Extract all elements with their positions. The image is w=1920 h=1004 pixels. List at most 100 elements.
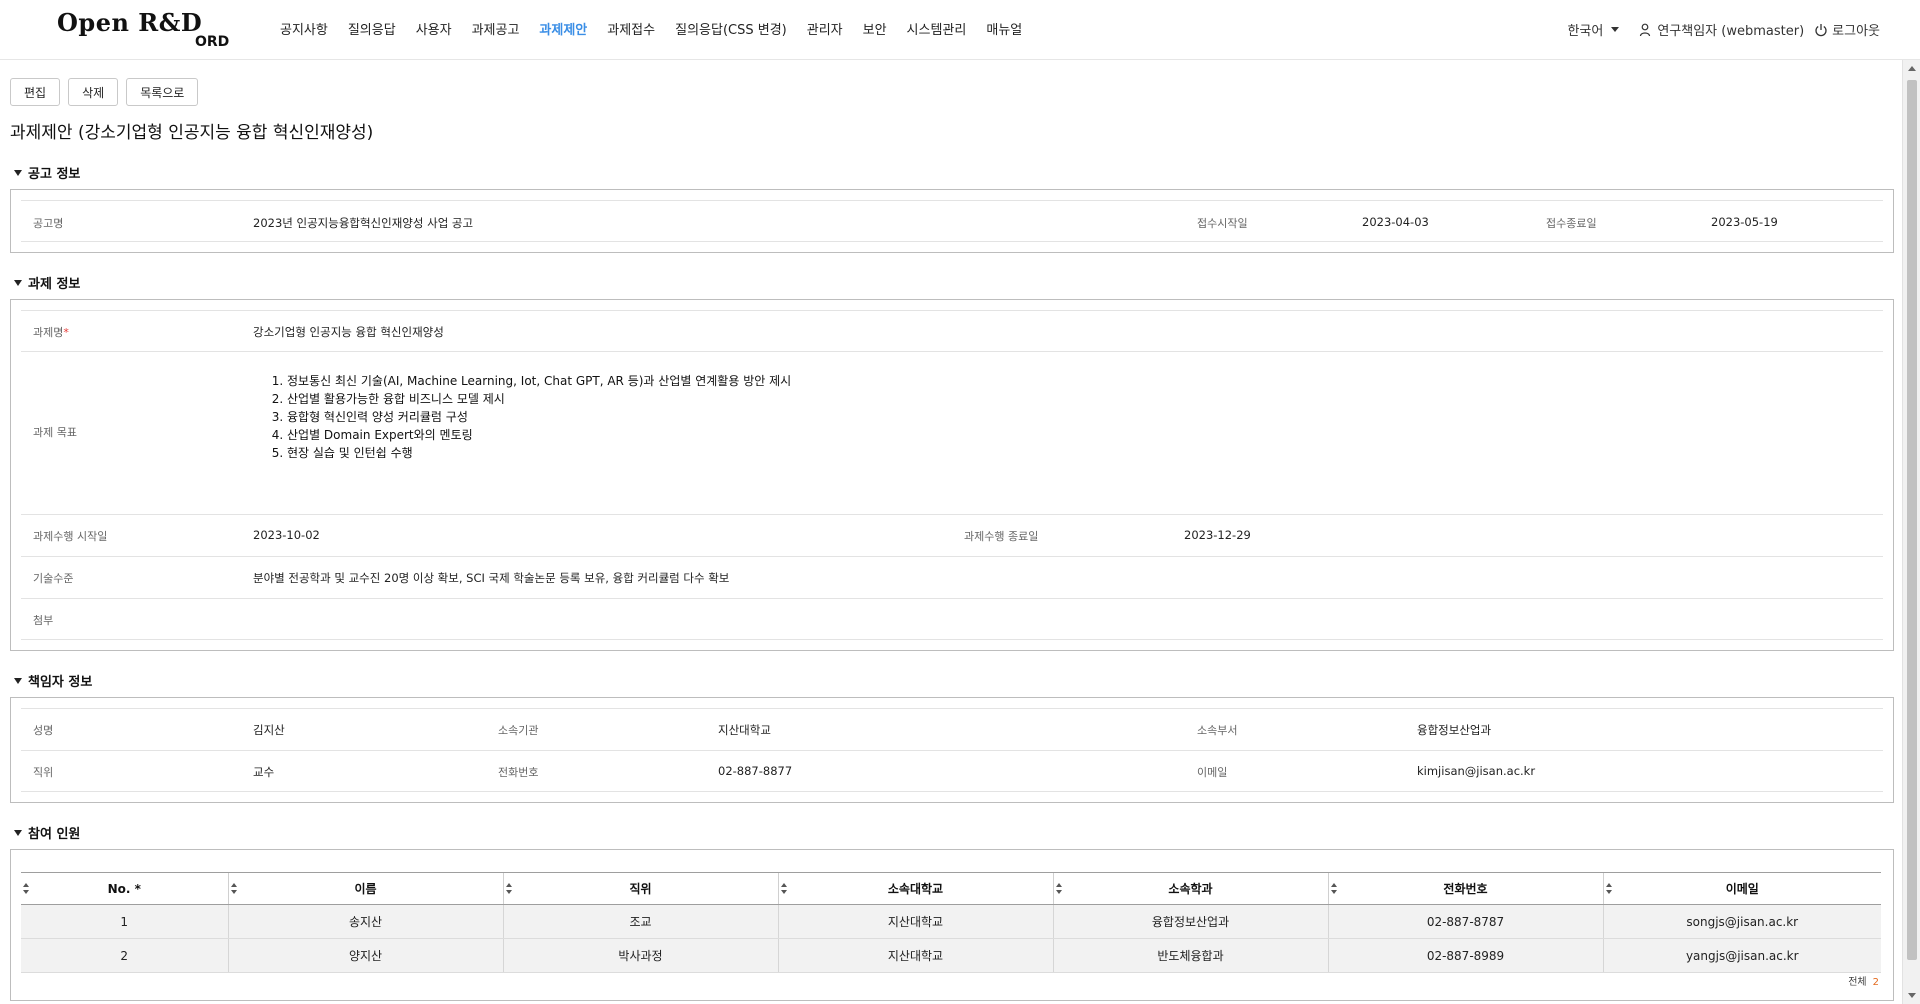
table-row[interactable]: 2 양지산 박사과정 지산대학교 반도체융합과 02-887-8989 yang… (21, 938, 1881, 973)
project-goal-label: 과제 목표 (33, 426, 77, 439)
triangle-down-icon (14, 279, 22, 286)
section-title-manager: 책임자 정보 (28, 675, 93, 690)
project-end-value: 2023-12-29 (1184, 528, 1251, 542)
column-header-position[interactable]: 직위 (502, 872, 778, 905)
manager-row-2: 직위 교수 전화번호 02-887-8877 이메일 kimjisan@jisa… (21, 750, 1883, 792)
total-label: 전체 (1848, 977, 1867, 988)
notice-name-value: 2023년 인공지능융합혁신인재양성 사업 공고 (253, 216, 474, 230)
project-period-row: 과제수행 시작일 2023-10-02 과제수행 종료일 2023-12-29 (21, 514, 1883, 556)
nav-item-manual[interactable]: 매뉴얼 (976, 19, 1032, 38)
triangle-down-icon (14, 677, 22, 684)
members-panel: No. * 이름 직위 소속대학교 소속학과 전화번호 이메일 1 송지산 조교… (10, 849, 1894, 1001)
notice-start-value: 2023-04-03 (1362, 215, 1429, 229)
column-header-email[interactable]: 이메일 (1602, 872, 1881, 905)
nav-item-security[interactable]: 보안 (853, 19, 897, 38)
section-title-notice: 공고 정보 (28, 167, 81, 182)
manager-row-1: 성명 김지산 소속기관 지산대학교 소속부서 융합정보산업과 (21, 708, 1883, 750)
manager-phone-label: 전화번호 (498, 766, 539, 779)
action-toolbar: 편집 삭제 목록으로 (10, 78, 199, 106)
total-value: 2 (1872, 977, 1879, 988)
notice-start-label: 접수시작일 (1197, 217, 1248, 230)
nav-item-project-submission[interactable]: 과제접수 (597, 19, 665, 38)
sort-icon[interactable] (230, 883, 239, 895)
cell-university: 지산대학교 (777, 938, 1053, 973)
nav-item-system[interactable]: 시스템관리 (897, 19, 977, 38)
manager-org-value: 지산대학교 (718, 723, 771, 737)
manager-dept-value: 융합정보산업과 (1417, 723, 1492, 737)
cell-department: 반도체융합과 (1052, 938, 1328, 973)
manager-dept-label: 소속부서 (1197, 724, 1238, 737)
project-attach-row: 첨부 (21, 598, 1883, 640)
language-select[interactable]: 한국어 (1567, 20, 1620, 39)
section-toggle-project[interactable]: 과제 정보 (14, 273, 80, 292)
language-label: 한국어 (1567, 24, 1604, 39)
site-logo[interactable]: Open R&D (57, 8, 202, 37)
scroll-thumb[interactable] (1907, 80, 1917, 960)
sort-icon[interactable] (505, 883, 514, 895)
page-scrollbar[interactable] (1902, 60, 1920, 1004)
column-header-department[interactable]: 소속학과 (1052, 872, 1328, 905)
nav-item-users[interactable]: 사용자 (406, 19, 462, 38)
triangle-down-icon (14, 169, 22, 176)
column-header-university[interactable]: 소속대학교 (777, 872, 1053, 905)
project-tech-row: 기술수준 분야별 전공학과 및 교수진 20명 이상 확보, SCI 국제 학술… (21, 556, 1883, 598)
project-name-value: 강소기업형 인공지능 융합 혁신인재양성 (253, 325, 444, 339)
manager-name-label: 성명 (33, 724, 54, 737)
nav-item-qna-css[interactable]: 질의응답(CSS 변경) (665, 19, 797, 38)
power-icon (1814, 23, 1828, 37)
logout-button[interactable]: 로그아웃 (1814, 20, 1880, 39)
project-name-row: 과제명* 강소기업형 인공지능 융합 혁신인재양성 (21, 310, 1883, 351)
column-header-phone[interactable]: 전화번호 (1327, 872, 1603, 905)
cell-email: songjs@jisan.ac.kr (1602, 904, 1881, 939)
section-toggle-manager[interactable]: 책임자 정보 (14, 671, 92, 690)
column-header-no[interactable]: No. * (21, 872, 228, 905)
nav-item-notice[interactable]: 공지사항 (270, 19, 338, 38)
manager-position-value: 교수 (253, 765, 275, 779)
section-toggle-notice[interactable]: 공고 정보 (14, 163, 80, 182)
table-total-count: 전체 2 (1848, 973, 1879, 988)
table-header-row: No. * 이름 직위 소속대학교 소속학과 전화번호 이메일 (21, 872, 1881, 905)
scroll-down-arrow-icon[interactable] (1908, 993, 1916, 998)
nav-item-project-proposal[interactable]: 과제제안 (529, 19, 597, 38)
column-header-name[interactable]: 이름 (227, 872, 503, 905)
project-start-value: 2023-10-02 (253, 528, 320, 542)
manager-position-label: 직위 (33, 766, 54, 779)
cell-no: 2 (21, 938, 228, 973)
sort-icon[interactable] (1330, 883, 1339, 895)
table-row[interactable]: 1 송지산 조교 지산대학교 융합정보산업과 02-887-8787 songj… (21, 904, 1881, 939)
section-title-members: 참여 인원 (28, 827, 81, 842)
nav-item-project-notice[interactable]: 과제공고 (462, 19, 530, 38)
goal-item: 융합형 혁신인력 양성 커리큘럼 구성 (287, 408, 791, 426)
nav-item-admin[interactable]: 관리자 (797, 19, 853, 38)
nav-item-qna[interactable]: 질의응답 (338, 19, 406, 38)
user-profile-link[interactable]: 연구책임자 (webmaster) (1639, 20, 1804, 39)
edit-button[interactable]: 편집 (10, 78, 61, 106)
sort-icon[interactable] (1055, 883, 1064, 895)
goal-item: 현장 실습 및 인턴쉽 수행 (287, 444, 791, 462)
notice-end-label: 접수종료일 (1546, 217, 1597, 230)
sort-icon[interactable] (780, 883, 789, 895)
cell-department: 융합정보산업과 (1052, 904, 1328, 939)
notice-row: 공고명 2023년 인공지능융합혁신인재양성 사업 공고 접수시작일 2023-… (21, 200, 1883, 242)
goal-item: 산업별 활용가능한 융합 비즈니스 모델 제시 (287, 390, 791, 408)
project-start-label: 과제수행 시작일 (33, 530, 108, 543)
cell-email: yangjs@jisan.ac.kr (1602, 938, 1881, 973)
back-to-list-button[interactable]: 목록으로 (126, 78, 199, 106)
project-panel: 과제명* 강소기업형 인공지능 융합 혁신인재양성 과제 목표 정보통신 최신 … (10, 299, 1894, 651)
sort-icon[interactable] (23, 883, 31, 895)
notice-name-label: 공고명 (33, 217, 64, 230)
project-tech-value: 분야별 전공학과 및 교수진 20명 이상 확보, SCI 국제 학술논문 등록… (253, 571, 730, 585)
goal-item: 산업별 Domain Expert와의 멘토링 (287, 426, 791, 444)
site-logo-subtitle: ORD (195, 34, 230, 50)
page-title: 과제제안 (강소기업형 인공지능 융합 혁신인재양성) (10, 123, 374, 143)
project-tech-label: 기술수준 (33, 572, 74, 585)
sort-icon[interactable] (1605, 883, 1614, 895)
cell-phone: 02-887-8989 (1327, 938, 1603, 973)
section-toggle-members[interactable]: 참여 인원 (14, 823, 80, 842)
delete-button[interactable]: 삭제 (68, 78, 119, 106)
notice-panel: 공고명 2023년 인공지능융합혁신인재양성 사업 공고 접수시작일 2023-… (10, 189, 1894, 253)
scroll-up-arrow-icon[interactable] (1908, 66, 1916, 71)
project-end-label: 과제수행 종료일 (964, 530, 1039, 543)
manager-org-label: 소속기관 (498, 724, 539, 737)
cell-position: 조교 (502, 904, 778, 939)
